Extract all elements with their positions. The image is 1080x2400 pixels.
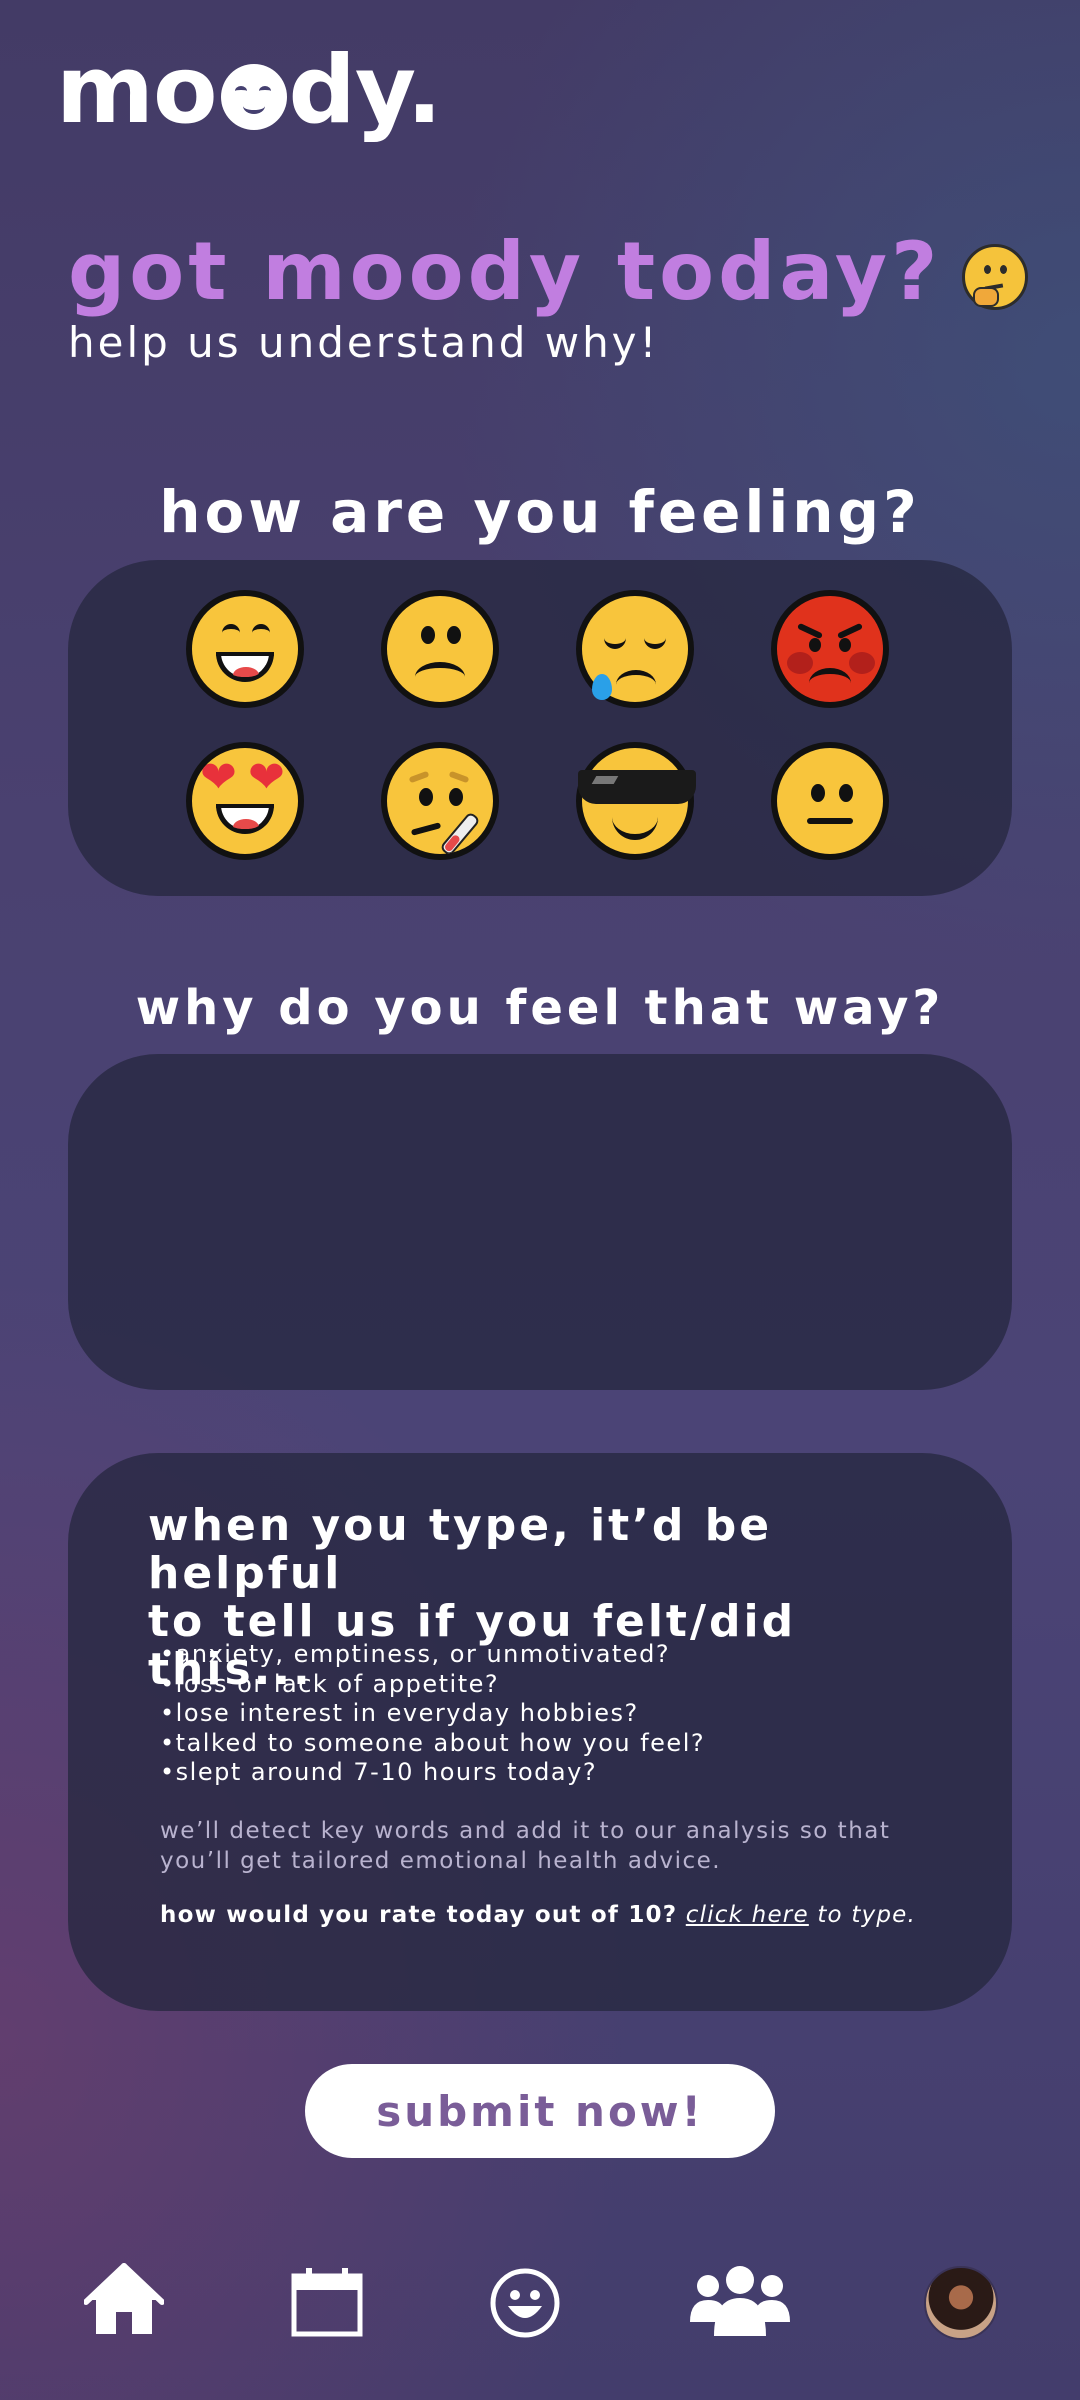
tips-list: anxiety, emptiness, or unmotivated? loss… (160, 1640, 705, 1788)
tip-item: loss or lack of appetite? (160, 1670, 705, 1700)
rate-click-here-link[interactable]: click here (686, 1902, 809, 1928)
tip-item: talked to someone about how you feel? (160, 1729, 705, 1759)
sad-crying-face-icon[interactable] (576, 590, 694, 708)
calendar-icon[interactable] (290, 2268, 364, 2338)
rate-suffix: to type. (817, 1902, 917, 1928)
mood-icon[interactable] (490, 2268, 560, 2338)
grinning-face-icon[interactable] (186, 590, 304, 708)
profile-avatar[interactable] (924, 2266, 998, 2340)
logo-text-end: dy. (288, 36, 443, 145)
angry-face-icon[interactable] (771, 590, 889, 708)
frowning-face-icon[interactable] (381, 590, 499, 708)
face-with-thermometer-icon[interactable] (381, 742, 499, 860)
heart-eyes-face-icon[interactable]: ❤ ❤ (186, 742, 304, 860)
rate-prompt: how would you rate today out of 10? clic… (160, 1902, 916, 1928)
mood-heading: how are you feeling? (159, 478, 921, 546)
neutral-face-icon[interactable] (771, 742, 889, 860)
mood-picker: ❤ ❤ (68, 560, 1012, 896)
tip-item: slept around 7-10 hours today? (160, 1758, 705, 1788)
tip-item: anxiety, emptiness, or unmotivated? (160, 1640, 705, 1670)
page-title: got moody today? (68, 225, 942, 318)
reason-heading: why do you feel that way? (135, 980, 945, 1036)
logo-face-icon (220, 64, 287, 130)
community-icon[interactable] (688, 2266, 792, 2338)
reason-input[interactable] (68, 1054, 1012, 1390)
home-icon[interactable] (84, 2262, 164, 2338)
page-subtitle: help us understand why! (68, 318, 660, 367)
rate-question: how would you rate today out of 10? (160, 1902, 678, 1928)
sunglasses-face-icon[interactable] (576, 742, 696, 860)
tip-item: lose interest in everyday hobbies? (160, 1699, 705, 1729)
thinking-face-icon (962, 244, 1028, 310)
logo-text-start: mo (56, 36, 218, 145)
submit-button[interactable]: submit now! (305, 2064, 775, 2158)
keyword-detection-note: we’ll detect key words and add it to our… (160, 1818, 891, 1874)
app-logo: mo dy. (56, 36, 443, 145)
